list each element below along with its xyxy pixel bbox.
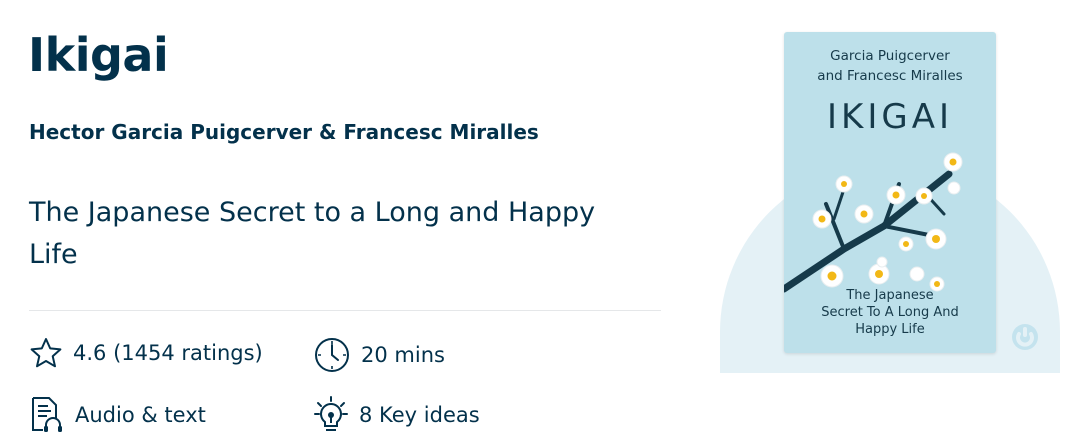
star-icon — [29, 336, 63, 370]
blossom-branch-illustration — [784, 152, 963, 293]
document-audio-icon — [29, 396, 65, 434]
clock-icon — [313, 336, 351, 374]
lightbulb-icon — [313, 396, 349, 434]
cover-tagline: The Japanese Secret To A Long And Happy … — [821, 288, 959, 337]
duration-text: 20 mins — [361, 342, 445, 367]
cover-area: Garcia Puigcerver and Francesc Miralles … — [720, 0, 1060, 373]
book-subtitle: The Japanese Secret to a Long and Happy … — [29, 197, 596, 270]
book-cover: Garcia Puigcerver and Francesc Miralles … — [784, 32, 996, 353]
key-ideas-info: 8 Key ideas — [313, 396, 480, 434]
cover-title: IKIGAI — [827, 97, 953, 137]
key-ideas-text: 8 Key ideas — [359, 402, 480, 427]
format-info: Audio & text — [29, 396, 206, 434]
divider — [29, 310, 661, 311]
cover-authors: Garcia Puigcerver and Francesc Miralles — [817, 48, 963, 84]
book-authors: Hector Garcia Puigcerver & Francesc Mira… — [29, 120, 539, 144]
format-text: Audio & text — [75, 402, 206, 427]
duration-info: 20 mins — [313, 336, 445, 374]
rating-text: 4.6 (1454 ratings) — [73, 340, 263, 365]
rating-info: 4.6 (1454 ratings) — [29, 336, 263, 370]
book-title: Ikigai — [28, 28, 169, 82]
brand-badge-icon — [1010, 322, 1040, 352]
